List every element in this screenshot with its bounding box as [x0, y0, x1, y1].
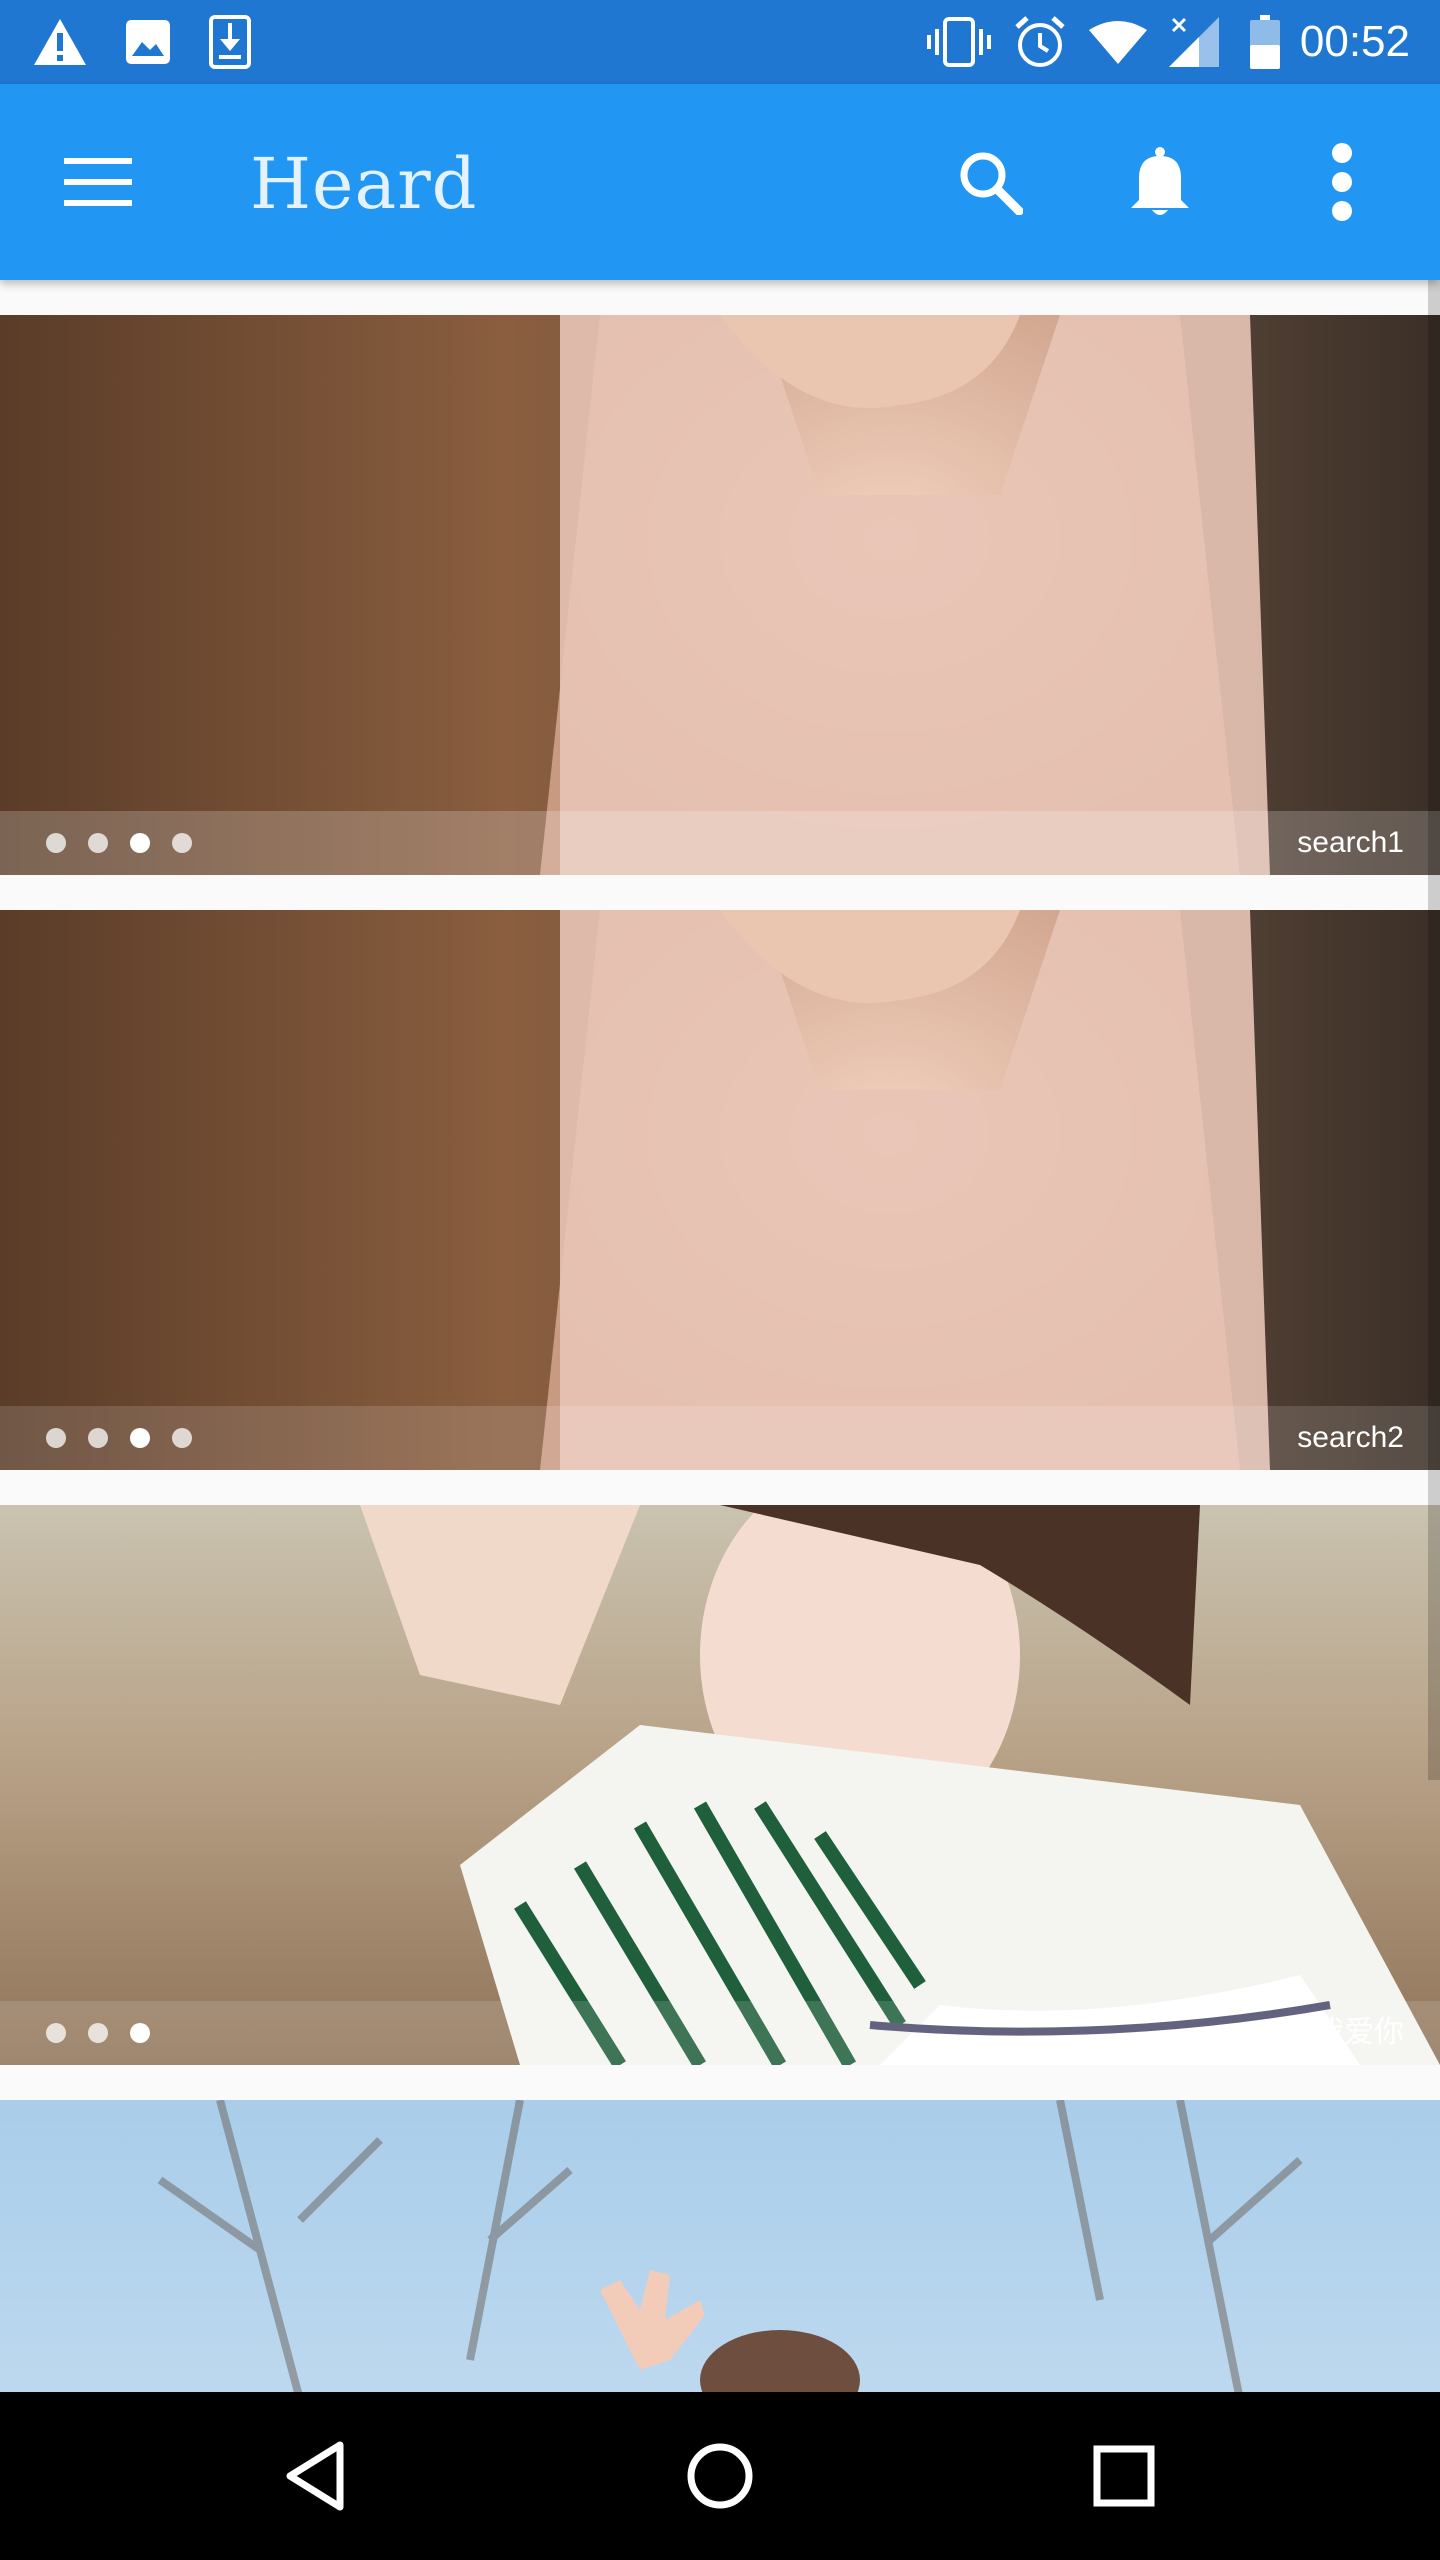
page-dot[interactable]: [172, 1428, 192, 1448]
page-dot[interactable]: [88, 1428, 108, 1448]
home-icon[interactable]: [660, 2426, 780, 2526]
app-bar: Heard: [0, 84, 1440, 280]
page-dot[interactable]: [46, 833, 66, 853]
banner-caption-bar: search2: [0, 1406, 1440, 1470]
signal-icon: [1164, 14, 1224, 70]
warning-icon: [30, 14, 90, 70]
banner-card-2[interactable]: search2: [0, 910, 1440, 1470]
page-dot-active[interactable]: [130, 833, 150, 853]
search-icon[interactable]: [940, 132, 1040, 232]
banner-caption-bar: search1: [0, 811, 1440, 875]
alarm-icon: [1010, 14, 1070, 70]
banner-card-3[interactable]: 我爱你: [0, 1505, 1440, 2065]
banner-photo: [0, 1505, 1440, 2065]
wifi-icon: [1088, 14, 1148, 70]
battery-icon: [1240, 14, 1290, 70]
banner-caption-bar: 我爱你: [0, 2001, 1440, 2065]
recents-icon[interactable]: [1064, 2426, 1184, 2526]
banner-caption: search2: [1297, 1421, 1404, 1454]
banner-photo: [0, 315, 1440, 875]
banner-caption: search1: [1297, 826, 1404, 859]
page-indicator[interactable]: [46, 1406, 192, 1470]
page-dot[interactable]: [88, 2023, 108, 2043]
page-dot[interactable]: [88, 833, 108, 853]
navigation-bar: [0, 2392, 1440, 2560]
banner-photo: [0, 910, 1440, 1470]
page-dot-active[interactable]: [130, 1428, 150, 1448]
download-icon: [200, 14, 260, 70]
bell-icon[interactable]: [1110, 132, 1210, 232]
more-vert-icon[interactable]: [1292, 132, 1392, 232]
banner-card-4[interactable]: [0, 2100, 1440, 2392]
banner-photo: [0, 2100, 1440, 2392]
feed-list[interactable]: search1 search2 我爱你: [0, 280, 1440, 2392]
vibrate-icon: [924, 14, 994, 70]
scroll-indicator[interactable]: [1428, 280, 1440, 1780]
image-icon: [118, 14, 178, 70]
status-bar: 00:52: [0, 0, 1440, 84]
status-time: 00:52: [1299, 17, 1410, 66]
page-dot[interactable]: [172, 833, 192, 853]
page-dot-active[interactable]: [130, 2023, 150, 2043]
banner-caption: 我爱你: [1314, 2016, 1404, 2049]
menu-icon[interactable]: [48, 132, 148, 232]
page-dot[interactable]: [46, 2023, 66, 2043]
back-icon[interactable]: [256, 2426, 376, 2526]
page-indicator[interactable]: [46, 811, 192, 875]
page-indicator[interactable]: [46, 2001, 150, 2065]
page-dot[interactable]: [46, 1428, 66, 1448]
banner-card-1[interactable]: search1: [0, 315, 1440, 875]
app-title: Heard: [250, 143, 478, 225]
